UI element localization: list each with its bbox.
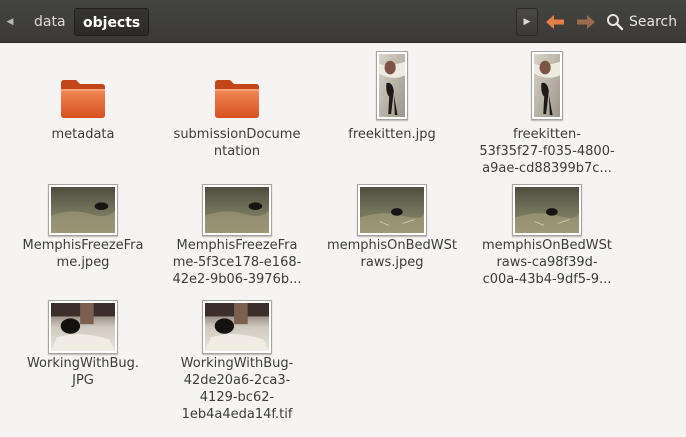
file-name: metadata — [51, 127, 115, 142]
header-bar: ◀ data objects ▶ Search — [0, 0, 686, 43]
file-name: 53f35f27-f035-4800- — [479, 144, 615, 159]
file-item-freekitten-jpg[interactable]: freekitten.jpg — [317, 46, 467, 143]
image-thumbnail — [48, 184, 118, 236]
file-name: submissionDocume — [173, 127, 301, 142]
file-name: raws.jpeg — [360, 255, 424, 270]
image-thumbnail — [376, 51, 408, 120]
file-name: raws-ca98f39d- — [496, 255, 598, 270]
search-label: Search — [629, 14, 678, 30]
kitten-portrait-image — [379, 54, 405, 117]
image-thumbnail — [531, 51, 563, 120]
file-name: JPG — [72, 373, 94, 388]
breadcrumb-scroll-left-button[interactable]: ◀ — [0, 10, 20, 34]
folder-icon — [215, 80, 259, 118]
file-name: me-5f3ce178-e168- — [172, 255, 302, 270]
file-item-WorkingWithBug-JPG[interactable]: WorkingWithBug. JPG — [8, 300, 158, 389]
cat-on-bed-image — [515, 187, 579, 233]
cat-on-bed-image — [360, 187, 424, 233]
file-name: c00a-43b4-9df5-9... — [482, 272, 612, 287]
image-thumbnail — [202, 300, 272, 354]
file-name: memphisOnBedWSt — [481, 238, 613, 253]
file-item-MemphisFreezeFrame-jpeg[interactable]: MemphisFreezeFra me.jpeg — [8, 182, 158, 271]
file-name: freekitten.jpg — [348, 127, 436, 142]
cat-with-bug-image — [205, 303, 269, 351]
file-name: memphisOnBedWSt — [326, 238, 458, 253]
cat-with-bug-image — [51, 303, 115, 351]
arrow-left-icon — [546, 15, 564, 29]
file-name: 42e2-9b06-3976b... — [172, 272, 302, 287]
file-name: 1eb4a4eda14f.tif — [181, 407, 293, 422]
folder-icon — [61, 80, 105, 118]
file-name: ntation — [213, 144, 261, 159]
file-item-memphisOnBedWStraws-uuid[interactable]: memphisOnBedWSt raws-ca98f39d- c00a-43b4… — [472, 182, 622, 288]
kitten-portrait-image — [534, 54, 560, 117]
file-name: a9ae-cd88399b7c... — [482, 161, 612, 176]
file-item-memphisOnBedWStraws-jpeg[interactable]: memphisOnBedWSt raws.jpeg — [317, 182, 467, 271]
file-item-MemphisFreezeFrame-uuid[interactable]: MemphisFreezeFra me-5f3ce178-e168- 42e2-… — [162, 182, 312, 288]
file-name: MemphisFreezeFra — [22, 238, 144, 253]
breadcrumb-scroll-right-button[interactable]: ▶ — [516, 8, 538, 36]
search-button[interactable]: Search — [606, 9, 677, 35]
search-icon — [607, 14, 624, 31]
cat-on-bed-image — [205, 187, 269, 233]
image-thumbnail — [512, 184, 582, 236]
file-item-metadata[interactable]: metadata — [8, 46, 158, 143]
file-item-submissionDocumentation[interactable]: submissionDocume ntation — [162, 46, 312, 160]
file-name: 4129-bc62- — [199, 390, 275, 405]
breadcrumb-data[interactable]: data — [24, 8, 76, 36]
file-name: 42de20a6-2ca3- — [183, 373, 291, 388]
breadcrumb-objects[interactable]: objects — [74, 8, 150, 36]
forward-button[interactable] — [574, 10, 598, 34]
arrow-right-icon — [577, 15, 595, 29]
file-name: WorkingWithBug. — [26, 356, 140, 371]
image-thumbnail — [48, 300, 118, 354]
cat-on-bed-image — [51, 187, 115, 233]
file-name: freekitten- — [513, 127, 581, 142]
back-button[interactable] — [543, 10, 567, 34]
file-name: WorkingWithBug- — [180, 356, 294, 371]
file-item-freekitten-uuid[interactable]: freekitten- 53f35f27-f035-4800- a9ae-cd8… — [472, 46, 622, 177]
image-thumbnail — [357, 184, 427, 236]
image-thumbnail — [202, 184, 272, 236]
file-item-WorkingWithBug-tif[interactable]: WorkingWithBug- 42de20a6-2ca3- 4129-bc62… — [162, 300, 312, 423]
file-name: me.jpeg — [56, 255, 110, 270]
file-name: MemphisFreezeFra — [176, 238, 298, 253]
